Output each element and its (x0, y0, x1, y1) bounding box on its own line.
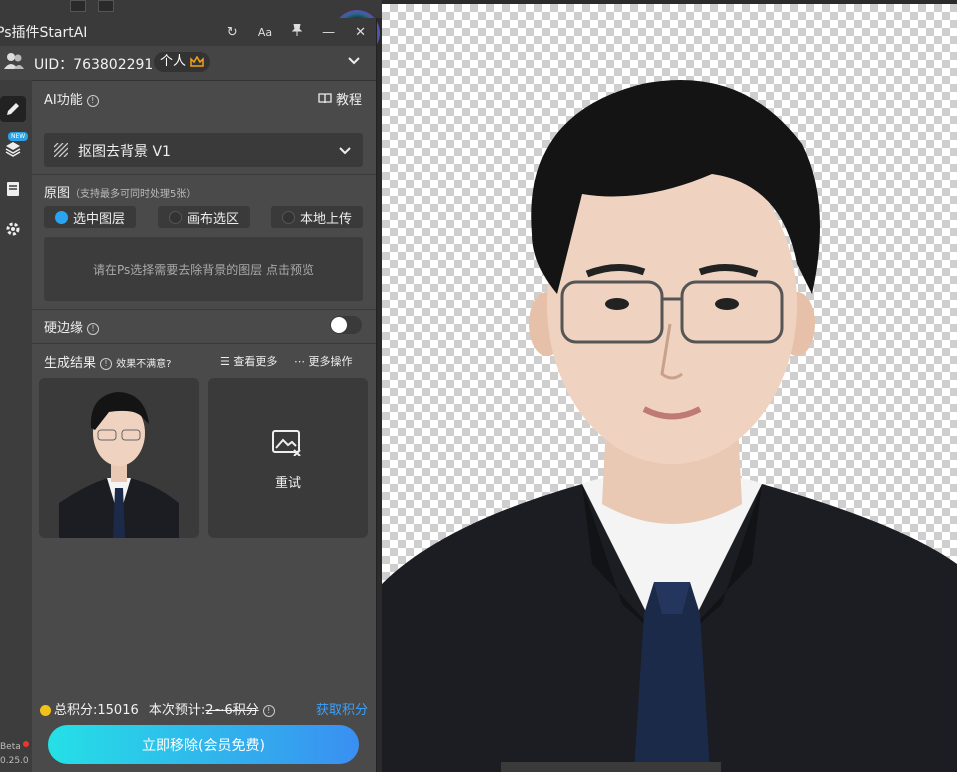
section-divider (32, 309, 376, 310)
startai-panel: Ps插件StartAI ↻ Aa — ✕ UID：763802291 个人 NE… (0, 18, 377, 772)
option-selected-layer[interactable]: 选中图层 (44, 206, 136, 228)
unsatisfied-link[interactable]: 效果不满意? (116, 359, 171, 370)
toggle-knob (331, 317, 347, 333)
radio-icon (168, 210, 182, 224)
chevron-down-icon (339, 144, 351, 159)
radio-icon (281, 210, 295, 224)
hard-edge-title: 硬边缘 (44, 321, 84, 336)
ps-canvas[interactable] (382, 4, 957, 772)
update-dot (23, 741, 29, 747)
broken-image-icon (272, 430, 302, 460)
radio-checked-icon (54, 210, 68, 224)
get-points-link[interactable]: 获取积分 (316, 699, 368, 718)
notes-icon[interactable] (0, 176, 26, 202)
view-more-label: 查看更多 (233, 355, 278, 368)
info-icon[interactable]: ! (86, 94, 99, 107)
ps-top-strip (0, 0, 382, 18)
source-title: 原图 (44, 186, 71, 201)
gear-icon[interactable] (0, 216, 26, 242)
retry-label: 重试 (274, 476, 301, 491)
option-label: 本地上传 (299, 211, 352, 227)
more-ops-link[interactable]: ⋯ 更多操作 (294, 353, 353, 369)
info-icon[interactable]: ! (262, 704, 275, 717)
minimize-icon[interactable]: — (322, 25, 335, 40)
account-badge[interactable]: 个人 (154, 52, 211, 72)
main-content: AI功能! 教程 抠图去背景 V1 原图（支持最多可同时处理5张） 选中图层 画… (32, 80, 376, 772)
ps-toolbar-button[interactable] (98, 0, 114, 12)
source-label: 原图（支持最多可同时处理5张） (44, 182, 196, 201)
hard-edge-toggle[interactable] (330, 316, 362, 334)
tool-select[interactable]: 抠图去背景 V1 (44, 133, 363, 167)
portrait-image (382, 80, 957, 772)
ps-bottom-scrollbar[interactable] (501, 762, 721, 772)
pin-icon[interactable] (291, 23, 303, 40)
info-icon[interactable]: ! (87, 322, 100, 335)
users-icon[interactable] (4, 52, 24, 74)
gallery-icon: ☰ (220, 355, 230, 368)
results-title: 生成结果 (44, 356, 97, 371)
side-nav: NEW (0, 80, 32, 772)
estimate-value: 2~6积分 (205, 703, 259, 718)
panel-title: Ps插件StartAI (0, 25, 88, 41)
option-label: 画布选区 (186, 211, 239, 227)
view-more-link[interactable]: ☰ 查看更多 (220, 353, 277, 369)
version-number: 0.25.0 (0, 756, 29, 766)
preview-area[interactable]: 请在Ps选择需要去除背景的图层 点击预览 (44, 237, 363, 301)
uid-label: UID：763802291 (34, 57, 154, 73)
result-thumbnail[interactable] (39, 378, 199, 538)
book-icon (318, 93, 336, 108)
edit-icon[interactable] (0, 96, 26, 122)
ai-function-title: AI功能 (44, 93, 83, 108)
result-portrait-image (39, 378, 199, 538)
coin-icon (40, 705, 51, 716)
option-label: 选中图层 (72, 211, 125, 227)
ps-toolbar-button[interactable] (70, 0, 86, 12)
estimate-prefix: 本次预计: (148, 703, 206, 718)
crown-icon (190, 56, 204, 67)
selected-tool-label: 抠图去背景 V1 (78, 144, 171, 160)
tutorial-label: 教程 (335, 93, 362, 108)
ai-function-label: AI功能! (44, 89, 99, 108)
results-header: 生成结果! 效果不满意? (44, 352, 171, 371)
tutorial-link[interactable]: 教程 (318, 89, 362, 108)
ellipsis-icon: ⋯ (294, 355, 305, 368)
remove-now-button[interactable]: 立即移除(会员免费) (48, 725, 359, 764)
refresh-icon[interactable]: ↻ (227, 25, 238, 40)
option-local-upload[interactable]: 本地上传 (271, 206, 363, 228)
footer: 总积分:15016 本次预计:2~6积分! 获取积分 立即移除(会员免费) (32, 694, 376, 772)
hard-edge-label: 硬边缘! (44, 317, 100, 336)
close-icon[interactable]: ✕ (355, 25, 366, 40)
source-hint: （支持最多可同时处理5张） (70, 189, 197, 200)
points-row: 总积分:15016 本次预计:2~6积分! (40, 699, 275, 718)
new-tag: NEW (8, 132, 29, 141)
pattern-icon (53, 142, 69, 161)
font-size-icon[interactable]: Aa (258, 26, 272, 39)
section-divider (32, 343, 376, 344)
total-points: 总积分:15016 (54, 703, 139, 718)
user-bar: UID：763802291 个人 (0, 46, 376, 81)
account-type-label: 个人 (160, 54, 187, 69)
more-ops-label: 更多操作 (308, 355, 353, 368)
option-canvas-selection[interactable]: 画布选区 (158, 206, 250, 228)
section-divider (32, 174, 376, 175)
retry-card[interactable]: 重试 (208, 378, 368, 538)
title-bar[interactable]: Ps插件StartAI ↻ Aa — ✕ (0, 18, 376, 46)
chevron-down-icon[interactable] (348, 54, 360, 69)
info-icon[interactable]: ! (100, 357, 113, 370)
